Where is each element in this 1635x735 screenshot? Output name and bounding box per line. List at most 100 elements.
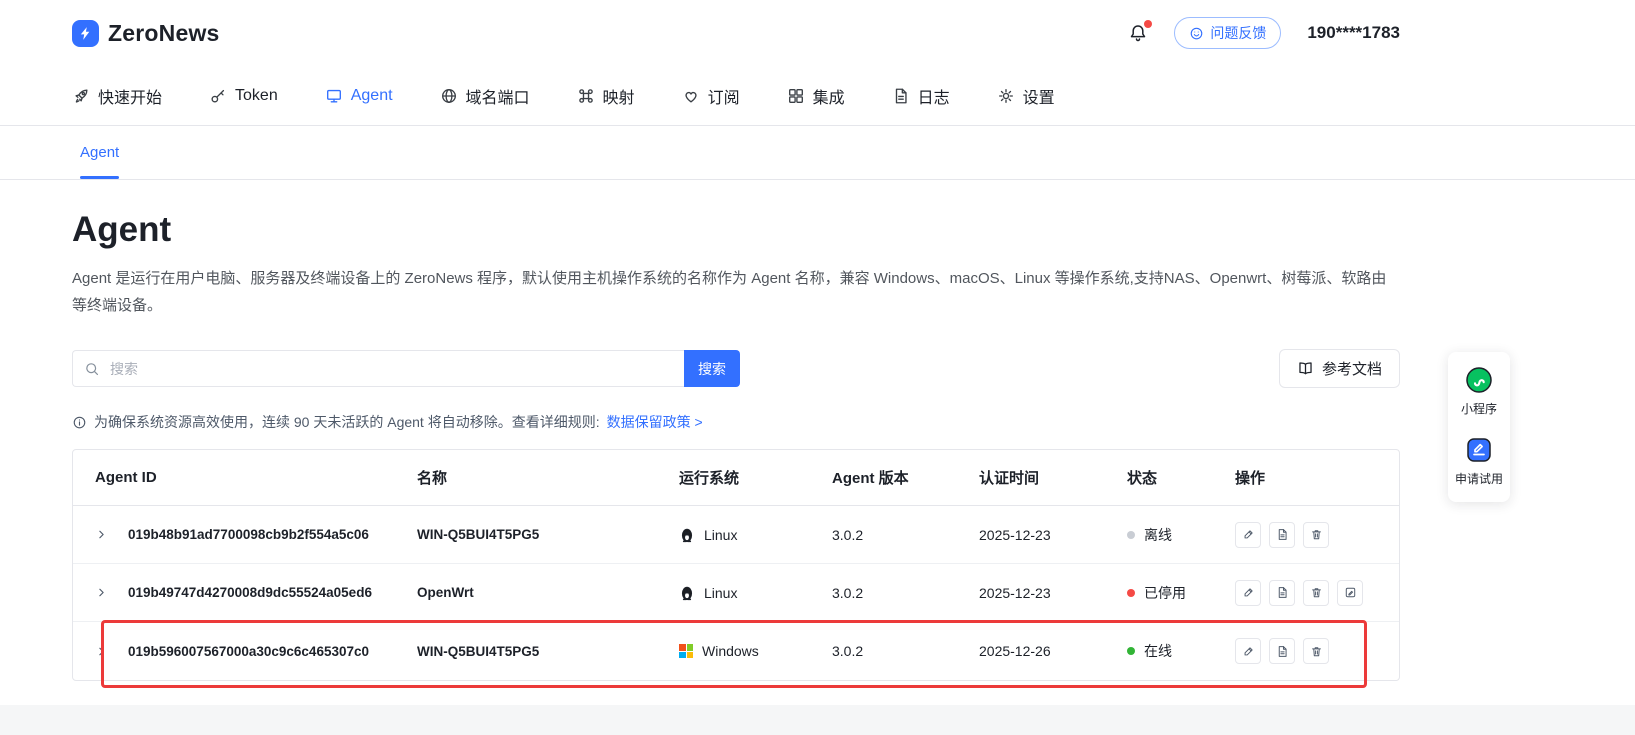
column-header: 认证时间	[979, 467, 1127, 488]
nav-item-label: 映射	[603, 84, 635, 108]
delete-button[interactable]	[1303, 638, 1329, 664]
status-badge: 离线	[1144, 525, 1172, 545]
status-cell: 离线	[1127, 525, 1235, 545]
edit-button[interactable]	[1235, 522, 1261, 548]
auth-time: 2025-12-23	[979, 527, 1127, 543]
nav-item-subscription[interactable]: 订阅	[682, 84, 740, 108]
column-header: 运行系统	[679, 467, 832, 488]
logo-text: ZeroNews	[108, 20, 220, 47]
table-row: 019b596007567000a30c9c6c465307c0 WIN-Q5BU…	[73, 622, 1399, 680]
agent-id: 019b49747d4270008d9dc55524a05ed6	[128, 585, 372, 600]
row-expand-button[interactable]	[95, 642, 113, 660]
command-icon	[577, 87, 595, 105]
delete-button[interactable]	[1303, 580, 1329, 606]
account-phone[interactable]: 190****1783	[1307, 23, 1400, 43]
nav-item-label: 设置	[1023, 84, 1055, 108]
nav-item-token[interactable]: Token	[209, 87, 278, 105]
logo-bolt-icon	[72, 20, 99, 47]
status-dot	[1127, 647, 1135, 655]
nav-item-domain-port[interactable]: 域名端口	[440, 84, 530, 108]
floating-side-panel: 小程序申请试用	[1448, 352, 1510, 502]
column-header: 名称	[417, 467, 679, 488]
table-row: 019b48b91ad7700098cb9b2f554a5c06 WIN-Q5BU…	[73, 506, 1399, 564]
nav-item-integration[interactable]: 集成	[787, 84, 845, 108]
agent-table: Agent ID名称运行系统Agent 版本认证时间状态操作 019b48b91…	[72, 449, 1400, 681]
row-expand-button[interactable]	[95, 584, 113, 602]
status-cell: 已停用	[1127, 583, 1235, 603]
agent-id-cell: 019b596007567000a30c9c6c465307c0	[95, 642, 417, 660]
nav-item-label: 日志	[918, 84, 950, 108]
agent-name: WIN-Q5BUI4T5PG5	[417, 644, 679, 659]
delete-button[interactable]	[1303, 522, 1329, 548]
docs-button-label: 参考文档	[1322, 358, 1382, 379]
status-cell: 在线	[1127, 641, 1235, 661]
agent-version: 3.0.2	[832, 527, 979, 543]
search-button[interactable]: 搜索	[684, 350, 740, 387]
log-button[interactable]	[1269, 638, 1295, 664]
content-area: Agent Agent 是运行在用户电脑、服务器及终端设备上的 ZeroNews…	[72, 210, 1400, 681]
nav-item-logs[interactable]: 日志	[892, 84, 950, 108]
rocket-icon	[72, 87, 90, 105]
status-dot	[1127, 589, 1135, 597]
edit-button[interactable]	[1235, 638, 1261, 664]
side-panel-item-trial[interactable]: 申请试用	[1455, 437, 1503, 487]
agent-id: 019b48b91ad7700098cb9b2f554a5c06	[128, 527, 369, 542]
tab-agent[interactable]: Agent	[80, 126, 119, 179]
column-header: Agent 版本	[832, 467, 979, 488]
agent-id-cell: 019b48b91ad7700098cb9b2f554a5c06	[95, 526, 417, 544]
agent-name: WIN-Q5BUI4T5PG5	[417, 527, 679, 542]
retention-notice: 为确保系统资源高效使用，连续 90 天未活跃的 Agent 将自动移除。查看详细…	[72, 412, 1400, 432]
heart-icon	[682, 87, 700, 105]
page-description: Agent 是运行在用户电脑、服务器及终端设备上的 ZeroNews 程序，默认…	[72, 265, 1400, 319]
agent-id: 019b596007567000a30c9c6c465307c0	[128, 644, 369, 659]
linux-icon	[679, 527, 695, 543]
nav-item-settings[interactable]: 设置	[997, 84, 1055, 108]
log-button[interactable]	[1269, 522, 1295, 548]
agent-version: 3.0.2	[832, 585, 979, 601]
os-cell: Windows	[679, 643, 832, 659]
side-panel-label: 申请试用	[1455, 470, 1503, 487]
row-expand-button[interactable]	[95, 526, 113, 544]
page-title: Agent	[72, 210, 1400, 250]
search-box	[72, 350, 684, 387]
search-icon	[84, 361, 100, 377]
column-header: Agent ID	[95, 469, 417, 486]
docs-button[interactable]: 参考文档	[1279, 349, 1400, 388]
auth-time: 2025-12-23	[979, 585, 1127, 601]
notification-bell-icon[interactable]	[1128, 23, 1148, 43]
nav-item-mapping[interactable]: 映射	[577, 84, 635, 108]
book-icon	[1297, 360, 1314, 377]
side-panel-item-miniprogram[interactable]: 小程序	[1461, 367, 1497, 417]
sub-nav: Agent	[0, 126, 1635, 180]
os-label: Windows	[702, 643, 759, 659]
search-row: 搜索 参考文档	[72, 349, 1400, 388]
logo[interactable]: ZeroNews	[72, 20, 220, 47]
status-dot	[1127, 531, 1135, 539]
gear-icon	[997, 87, 1015, 105]
table-row: 019b49747d4270008d9dc55524a05ed6OpenWrtL…	[73, 564, 1399, 622]
nav-item-label: 集成	[813, 84, 845, 108]
nav-item-quickstart[interactable]: 快速开始	[72, 84, 162, 108]
agent-id-cell: 019b49747d4270008d9dc55524a05ed6	[95, 584, 417, 602]
agent-name: OpenWrt	[417, 585, 679, 600]
status-badge: 在线	[1144, 641, 1172, 661]
nav-item-agent[interactable]: Agent	[325, 87, 393, 105]
actions-cell	[1235, 580, 1377, 606]
nav-item-label: Agent	[351, 87, 393, 105]
table-body: 019b48b91ad7700098cb9b2f554a5c06 WIN-Q5BU…	[73, 506, 1399, 680]
file-icon	[892, 87, 910, 105]
os-cell: Linux	[679, 527, 832, 543]
side-panel-label: 小程序	[1461, 400, 1497, 417]
config-button[interactable]	[1337, 580, 1363, 606]
footer-strip	[0, 705, 1635, 735]
top-bar: ZeroNews 问题反馈 190****1783	[0, 0, 1635, 66]
feedback-label: 问题反馈	[1210, 23, 1266, 43]
windows-logo-icon	[679, 644, 693, 658]
log-button[interactable]	[1269, 580, 1295, 606]
search-input[interactable]	[108, 360, 673, 378]
retention-notice-text: 为确保系统资源高效使用，连续 90 天未活跃的 Agent 将自动移除。查看详细…	[94, 412, 600, 432]
actions-cell	[1235, 638, 1377, 664]
retention-policy-link[interactable]: 数据保留政策 >	[607, 412, 703, 432]
feedback-button[interactable]: 问题反馈	[1174, 17, 1281, 49]
edit-button[interactable]	[1235, 580, 1261, 606]
